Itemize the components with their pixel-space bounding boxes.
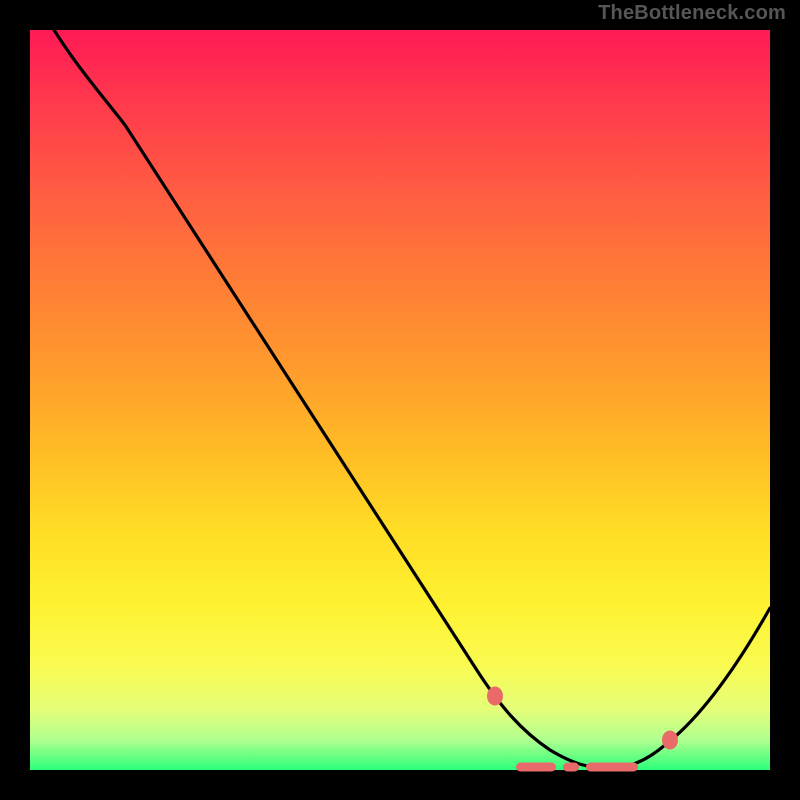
- curve-marker-strip: [586, 763, 638, 772]
- plot-area: [30, 30, 770, 770]
- curve-marker: [487, 687, 503, 706]
- chart-container: TheBottleneck.com: [0, 0, 800, 800]
- curve-marker-strip: [563, 763, 579, 772]
- curve-marker: [662, 731, 678, 750]
- curve-marker-strip: [516, 763, 556, 772]
- curve-layer: [30, 30, 770, 770]
- attribution-text: TheBottleneck.com: [598, 2, 786, 25]
- bottleneck-curve: [30, 0, 770, 768]
